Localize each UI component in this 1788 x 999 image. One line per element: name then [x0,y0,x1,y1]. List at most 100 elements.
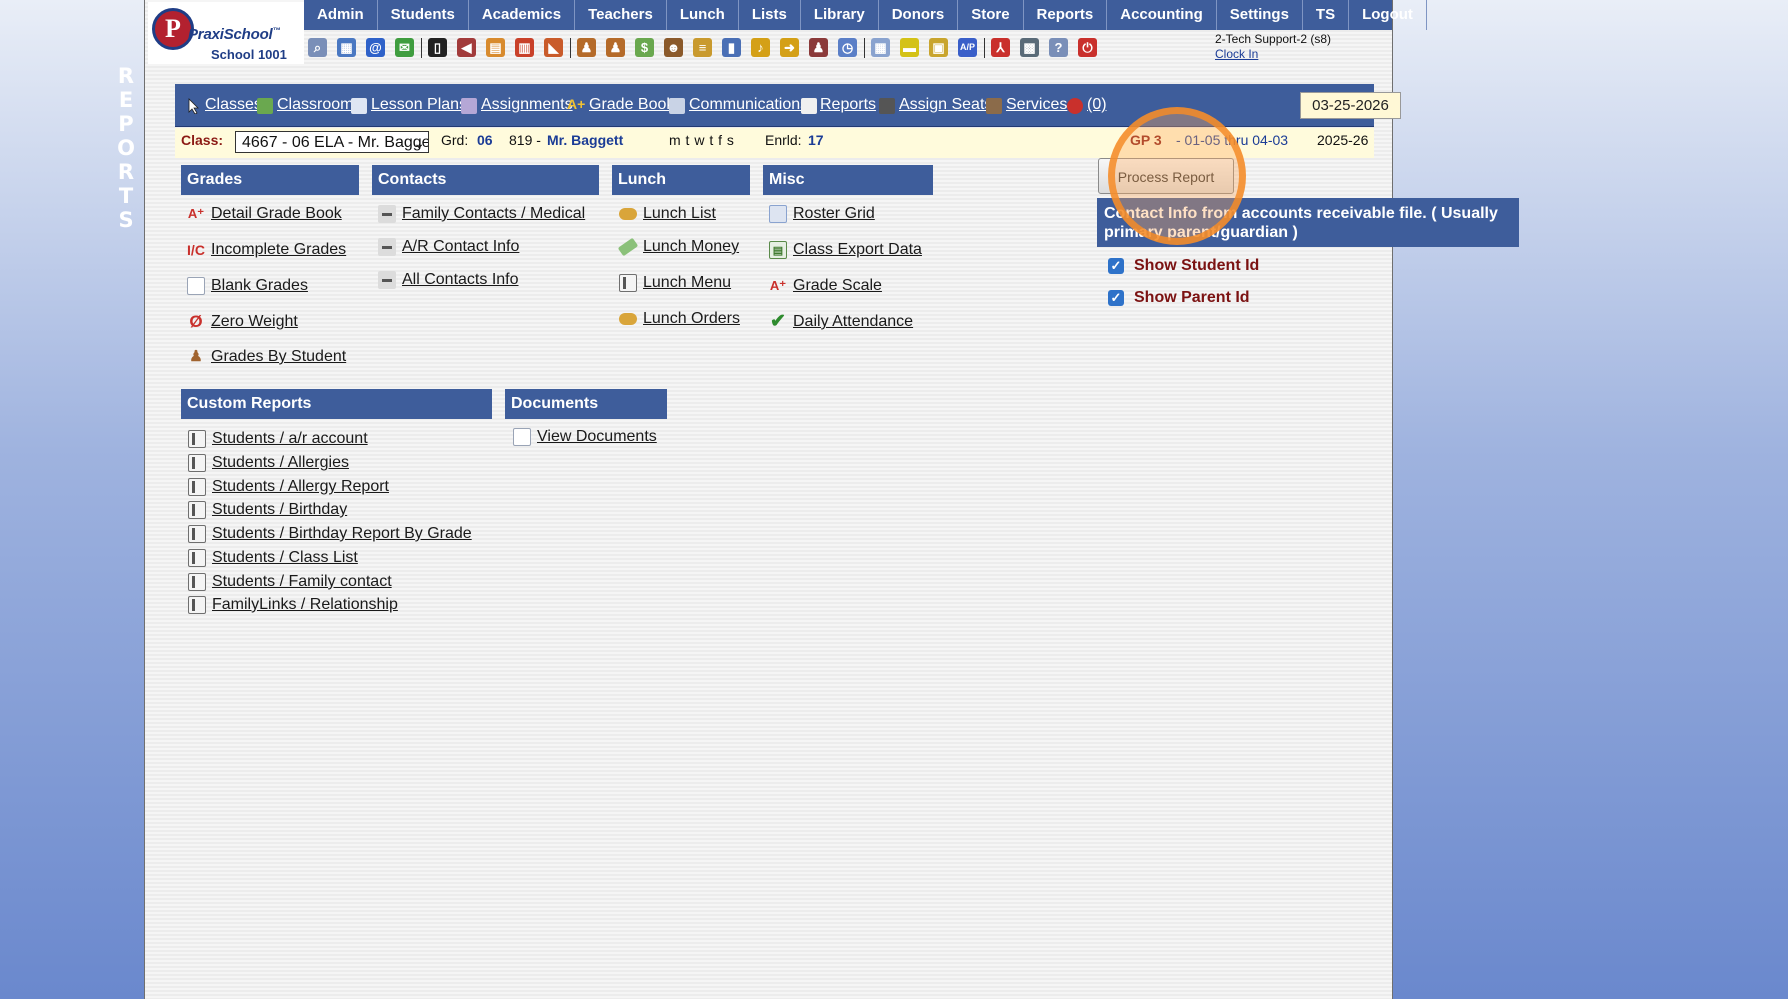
custom-report-link[interactable]: FamilyLinks / Relationship [188,596,398,614]
speaker-icon[interactable]: ◀ [457,38,476,57]
teacher-name: Mr. Baggett [547,132,624,148]
top-nav-lists[interactable]: Lists [739,0,801,30]
card-icon[interactable]: ▬ [900,38,919,57]
clock-in-link[interactable]: Clock In [1215,47,1331,62]
report-link-lunch-list[interactable]: Lunch List [619,205,716,223]
report-link-blank-grades[interactable]: Blank Grades [187,277,308,295]
money-icon[interactable]: $ [635,38,654,57]
main-page: P PraxiSchool™ School 1001 Admin Student… [144,0,1519,999]
contact-card-icon: ▬ [378,238,396,256]
report-link-incomplete-grades[interactable]: I/C Incomplete Grades [187,241,346,259]
people-icon[interactable]: ☻ [664,38,683,57]
side-letter: R [117,160,135,184]
report-link-lunch-orders[interactable]: Lunch Orders [619,310,740,328]
megaphone-icon[interactable]: ◣ [544,38,563,57]
custom-report-link[interactable]: Students / Class List [188,549,358,567]
report-link-detail-grade-book[interactable]: A⁺ Detail Grade Book [187,205,342,223]
top-nav-reports[interactable]: Reports [1024,0,1108,30]
report-link-family-contacts-medical[interactable]: ▬ Family Contacts / Medical [378,205,585,223]
teacher-icon[interactable]: ♟ [809,38,828,57]
pdf-icon[interactable]: ⅄ [991,38,1010,57]
side-letter: P [118,112,134,136]
ap-icon[interactable]: A/P [958,38,977,57]
top-nav-store[interactable]: Store [958,0,1024,30]
top-nav-students[interactable]: Students [378,0,469,30]
form-icon[interactable]: ▤ [486,38,505,57]
subnav-classroom[interactable]: Classroom [277,96,353,114]
subnav-reports[interactable]: Reports [820,96,876,114]
show-parent-id-checkbox[interactable]: ✓ [1108,290,1124,306]
book-icon[interactable]: ▮ [722,38,741,57]
calendar-icon[interactable]: ▥ [515,38,534,57]
lesson-plans-icon [351,98,367,114]
custom-report-link[interactable]: Students / a/r account [188,430,368,448]
custom-report-link[interactable]: Students / Allergy Report [188,478,389,496]
report-link-ar-contact-info[interactable]: ▬ A/R Contact Info [378,238,519,256]
top-nav-academics[interactable]: Academics [469,0,576,30]
report-link-roster-grid[interactable]: Roster Grid [769,205,875,223]
custom-report-link[interactable]: Students / Birthday Report By Grade [188,525,472,543]
custom-report-label: Students / Birthday [212,501,348,518]
report-link-zero-weight[interactable]: Ø Zero Weight [187,313,297,331]
report-link-daily-attendance[interactable]: ✔ Daily Attendance [769,312,913,331]
subnav-classes[interactable]: Classes [205,96,262,114]
subnav-messages-count[interactable]: (0) [1087,96,1107,114]
chat-icon[interactable]: ✉ [395,38,414,57]
person-add-icon[interactable]: ♟ [577,38,596,57]
top-nav-teachers[interactable]: Teachers [575,0,667,30]
show-student-id-option[interactable]: ✓ Show Student Id [1108,257,1259,275]
table-icon[interactable]: ▦ [871,38,890,57]
top-nav-library[interactable]: Library [801,0,879,30]
report-link-grades-by-student[interactable]: ♟ Grades By Student [187,348,346,366]
top-nav-logout[interactable]: Logout [1349,0,1427,30]
toolbar-separator [984,38,985,58]
class-select[interactable]: 4667 - 06 ELA - Mr. Baggett ⌄ [235,131,429,153]
printer-icon[interactable]: ▣ [929,38,948,57]
subnav-communications[interactable]: Communications [689,96,808,114]
register-icon[interactable]: ▩ [1020,38,1039,57]
subnav-services[interactable]: Services [1006,96,1067,114]
report-link-class-export-data[interactable]: ▤ Class Export Data [769,241,922,259]
school-year: 2025-26 [1317,132,1369,148]
top-nav-ts[interactable]: TS [1303,0,1350,30]
top-nav-settings[interactable]: Settings [1217,0,1303,30]
report-link-lunch-menu[interactable]: Lunch Menu [619,274,731,292]
help-icon[interactable]: ? [1049,38,1068,57]
assignments-icon [461,98,477,114]
contact-card-icon: ▬ [378,205,396,223]
report-link-view-documents[interactable]: View Documents [513,428,657,446]
report-link-all-contacts-info[interactable]: ▬ All Contacts Info [378,271,519,289]
report-page-icon [188,596,206,614]
person-icon[interactable]: ♟ [606,38,625,57]
praxischool-logo[interactable]: P PraxiSchool™ School 1001 [148,2,304,64]
report-link-label: Detail Grade Book [211,205,342,222]
subnav-assign-seats[interactable]: Assign Seats [899,96,992,114]
subnav-lesson-plans[interactable]: Lesson Plans [371,96,467,114]
show-parent-id-option[interactable]: ✓ Show Parent Id [1108,289,1250,307]
top-nav-lunch[interactable]: Lunch [667,0,739,30]
search-icon[interactable]: ⌕ [308,38,327,57]
top-nav-donors[interactable]: Donors [879,0,959,30]
clock-icon[interactable]: ◷ [838,38,857,57]
custom-report-link[interactable]: Students / Family contact [188,573,392,591]
subnav-grade-book[interactable]: Grade Book [589,96,674,114]
report-link-grade-scale[interactable]: A⁺ Grade Scale [769,277,882,295]
current-date[interactable]: 03-25-2026 [1300,92,1401,119]
power-icon[interactable]: ⏻ [1078,38,1097,57]
top-nav-accounting[interactable]: Accounting [1107,0,1217,30]
custom-reports-header: Custom Reports [181,389,492,419]
custom-report-link[interactable]: Students / Birthday [188,501,347,519]
show-student-id-checkbox[interactable]: ✓ [1108,258,1124,274]
subnav-assignments[interactable]: Assignments [481,96,573,114]
email-at-icon[interactable]: @ [366,38,385,57]
arrow-folder-icon[interactable]: ➜ [780,38,799,57]
custom-report-link[interactable]: Students / Allergies [188,454,349,472]
custom-report-label: Students / Birthday Report By Grade [212,525,472,542]
calendar-grid-icon[interactable]: ▦ [337,38,356,57]
bell-icon[interactable]: ♪ [751,38,770,57]
phone-icon[interactable]: ▯ [428,38,447,57]
lunch-burger-icon[interactable]: ≡ [693,38,712,57]
top-nav-admin[interactable]: Admin [304,0,378,30]
report-link-lunch-money[interactable]: Lunch Money [617,237,739,257]
process-report-button[interactable]: Process Report [1098,158,1234,194]
